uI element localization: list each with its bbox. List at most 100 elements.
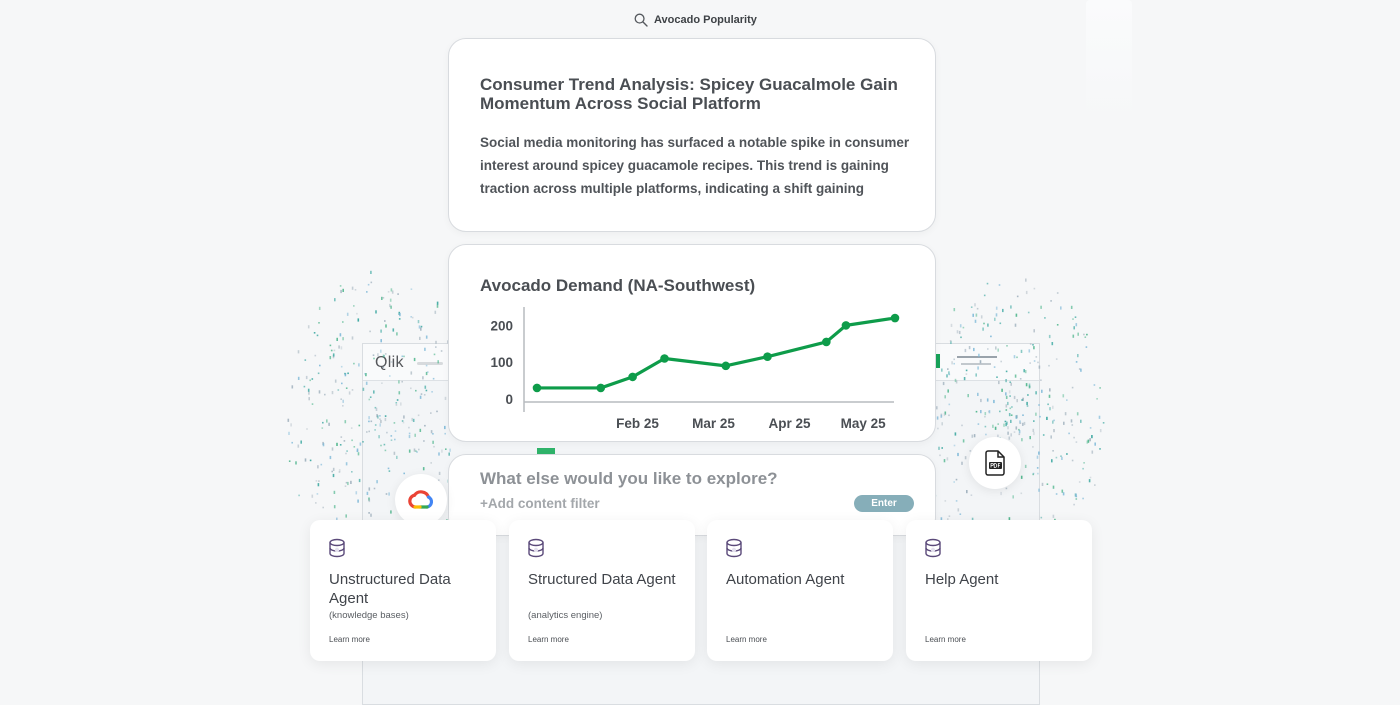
add-content-filter-button[interactable]: +Add content filter (480, 496, 600, 511)
particle-dot (300, 440, 302, 444)
particle-dot (424, 347, 426, 351)
particle-dot (375, 407, 378, 411)
learn-more-link[interactable]: Learn more (726, 635, 767, 644)
particle-dot (949, 340, 952, 342)
particle-dot (288, 460, 291, 462)
particle-dot (321, 427, 324, 429)
particle-dot (1093, 384, 1096, 386)
learn-more-link[interactable]: Learn more (925, 635, 966, 644)
particle-dot (342, 399, 344, 403)
pdf-source[interactable] (969, 437, 1021, 489)
particle-dot (1014, 323, 1017, 327)
particle-dot (1040, 379, 1042, 381)
particle-dot (436, 410, 438, 413)
particle-dot (1010, 419, 1012, 423)
particle-dot (1006, 421, 1008, 425)
particle-dot (385, 324, 387, 328)
particle-dot (976, 307, 979, 310)
particle-dot (384, 353, 387, 355)
particle-dot (1050, 435, 1052, 439)
particle-dot (351, 336, 354, 340)
particle-dot (1073, 326, 1075, 330)
particle-dot (1074, 316, 1077, 318)
particle-dot (390, 288, 393, 292)
particle-dot (398, 391, 401, 395)
particle-dot (1089, 438, 1091, 442)
particle-dot (344, 372, 346, 375)
chart-card[interactable]: Avocado Demand (NA-Southwest) 0 100 200 Feb… (448, 244, 936, 442)
particle-dot (358, 478, 361, 483)
particle-dot (1013, 355, 1016, 359)
line-chart: 0 100 200 Feb 25 Mar 25 Apr 25 May 25 (490, 307, 900, 431)
particle-dot (948, 414, 950, 417)
particle-dot (959, 513, 962, 515)
particle-dot (962, 326, 965, 329)
particle-dot (953, 444, 956, 447)
particle-dot (1038, 404, 1040, 406)
search-query-text: Avocado Popularity (654, 14, 757, 26)
particle-dot (419, 428, 422, 432)
particle-dot (1077, 354, 1079, 358)
particle-dot (305, 375, 308, 380)
particle-dot (1009, 381, 1011, 383)
particle-dot (356, 450, 359, 452)
particle-dot (967, 394, 969, 398)
particle-dot (440, 350, 443, 352)
particle-dot (338, 345, 340, 349)
particle-dot (977, 423, 980, 425)
particle-dot (946, 457, 949, 461)
particle-dot (425, 335, 428, 339)
search-query[interactable]: Avocado Popularity (634, 11, 757, 29)
particle-dot (344, 485, 347, 487)
particle-dot (1096, 398, 1098, 400)
particle-dot (309, 379, 311, 382)
explore-prompt[interactable]: What else would you like to explore? (480, 469, 778, 489)
particle-dot (990, 335, 992, 338)
agent-card-automation[interactable]: Automation Agent Learn more (707, 520, 893, 661)
particle-dot (1053, 429, 1055, 433)
particle-dot (977, 392, 979, 396)
particle-dot (1033, 420, 1035, 422)
particle-dot (370, 420, 373, 423)
agent-card-help[interactable]: Help Agent Learn more (906, 520, 1092, 661)
particle-dot (953, 481, 955, 483)
insight-card[interactable]: Consumer Trend Analysis: Spicey Guacalmo… (448, 38, 936, 232)
series-line (535, 316, 897, 390)
particle-dot (1089, 476, 1092, 479)
particle-dot (948, 515, 951, 517)
particle-dot (996, 376, 998, 378)
particle-dot (985, 433, 987, 436)
learn-more-link[interactable]: Learn more (528, 635, 569, 644)
particle-dot (410, 288, 413, 290)
agent-card-structured-data[interactable]: Structured Data Agent (analytics engine)… (509, 520, 695, 661)
particle-dot (995, 313, 998, 317)
particle-dot (425, 364, 428, 367)
particle-dot (999, 410, 1001, 413)
enter-button[interactable]: Enter (854, 495, 914, 512)
particle-dot (351, 389, 354, 391)
particle-dot (1072, 334, 1075, 338)
particle-dot (1076, 412, 1079, 416)
particle-dot (968, 346, 971, 350)
particle-dot (1055, 358, 1058, 360)
particle-dot (941, 422, 943, 426)
particle-dot (318, 480, 320, 482)
particle-dot (319, 364, 321, 367)
particle-dot (332, 353, 335, 357)
particle-dot (400, 402, 402, 406)
particle-dot (1002, 308, 1004, 313)
learn-more-link[interactable]: Learn more (329, 635, 370, 644)
agent-card-unstructured-data[interactable]: Unstructured Data Agent (knowledge bases… (310, 520, 496, 661)
particle-dot (411, 417, 413, 422)
particle-dot (1064, 412, 1067, 416)
particle-dot (1038, 488, 1040, 492)
x-tick-label: Mar 25 (692, 416, 735, 431)
google-cloud-source[interactable] (395, 474, 447, 526)
particle-dot (318, 322, 320, 324)
particle-dot (1013, 395, 1016, 400)
particle-dot (1028, 385, 1031, 389)
particle-dot (417, 320, 420, 324)
particle-dot (1015, 426, 1018, 430)
particle-dot (387, 467, 390, 470)
particle-dot (1007, 401, 1009, 406)
